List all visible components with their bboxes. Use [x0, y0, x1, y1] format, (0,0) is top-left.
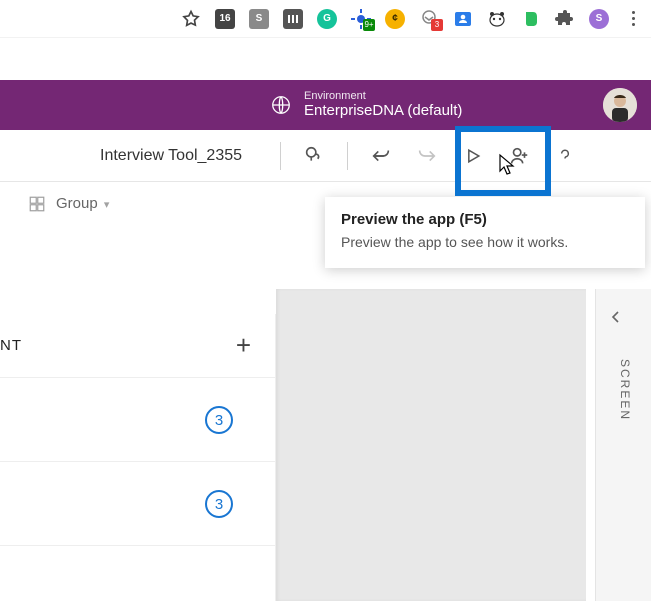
environment-name[interactable]: EnterpriseDNA (default) — [304, 102, 462, 119]
bookmark-star-icon[interactable] — [181, 9, 201, 29]
user-avatar[interactable] — [603, 88, 637, 122]
document-title[interactable]: Interview Tool_2355 — [100, 147, 270, 165]
preview-tooltip: Preview the app (F5) Preview the app to … — [325, 197, 645, 268]
ext-moon-icon[interactable]: ¢ — [385, 9, 405, 29]
extensions-puzzle-icon[interactable] — [555, 9, 575, 29]
undo-icon[interactable] — [358, 133, 404, 179]
ext-burst-badge: 9+ — [363, 19, 375, 31]
app-toolbar: Interview Tool_2355 — [0, 130, 651, 182]
evernote-icon[interactable] — [521, 9, 541, 29]
preview-play-icon[interactable] — [450, 133, 496, 179]
panel-section-label: NT — [0, 337, 22, 354]
ext-burst-icon[interactable]: 9+ — [351, 9, 371, 29]
ext-people-icon[interactable] — [453, 9, 473, 29]
environment-banner: Environment EnterpriseDNA (default) — [0, 80, 651, 130]
properties-rail: SCREEN — [595, 289, 651, 601]
skype-icon[interactable]: S — [249, 9, 269, 29]
redo-icon[interactable] — [404, 133, 450, 179]
ext-mail-badge: 3 — [431, 19, 443, 31]
ext-16-icon[interactable]: 16 — [215, 9, 235, 29]
item-count-badge: 3 — [205, 490, 233, 518]
app-checker-icon[interactable] — [291, 133, 337, 179]
ext-bars-icon[interactable] — [283, 9, 303, 29]
group-icon — [28, 195, 46, 213]
environment-label: Environment — [304, 90, 462, 102]
group-dropdown[interactable]: Group ▾ — [56, 195, 109, 212]
browser-extension-bar: 16 S G 9+ ¢ 3 S — [0, 0, 651, 38]
grammarly-icon[interactable]: G — [317, 9, 337, 29]
profile-avatar-icon[interactable]: S — [589, 9, 609, 29]
ext-mail-icon[interactable]: 3 — [419, 9, 439, 29]
globe-icon — [270, 94, 292, 116]
tooltip-title: Preview the app (F5) — [341, 211, 629, 228]
rail-label[interactable]: SCREEN — [618, 359, 632, 421]
tooltip-body: Preview the app to see how it works. — [341, 234, 629, 250]
list-item[interactable]: 3 — [0, 462, 275, 546]
add-item-icon[interactable]: + — [236, 330, 251, 361]
chrome-menu-icon[interactable] — [623, 9, 643, 29]
canvas-area[interactable] — [276, 289, 586, 601]
help-icon[interactable] — [542, 133, 588, 179]
share-icon[interactable] — [496, 133, 542, 179]
left-data-panel: NT + 3 3 — [0, 314, 276, 601]
collapse-rail-icon[interactable] — [608, 309, 624, 330]
list-item[interactable]: 3 — [0, 378, 275, 462]
item-count-badge: 3 — [205, 406, 233, 434]
editor-stage: SCREEN NT + 3 3 — [0, 224, 651, 601]
honeybadger-icon[interactable] — [487, 9, 507, 29]
